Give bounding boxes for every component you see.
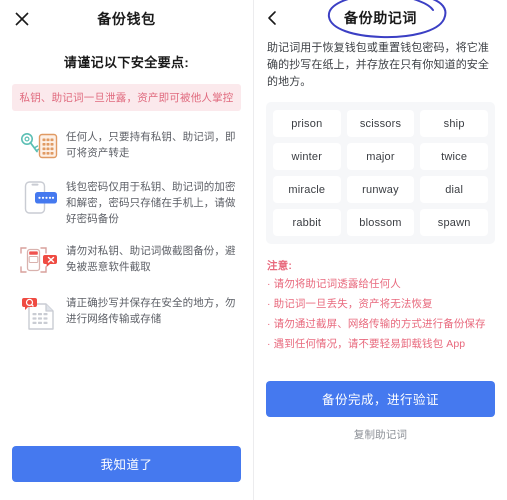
tip-text: 请正确抄写并保存在安全的地方，勿进行网络传输或存储 bbox=[66, 297, 236, 325]
right-footer: 备份完成，进行验证 复制助记词 bbox=[254, 381, 507, 500]
close-icon[interactable] bbox=[14, 11, 30, 27]
left-footer: 我知道了 bbox=[0, 446, 253, 500]
mnemonic-words-grid: prison scissors ship winter major twice … bbox=[273, 110, 488, 236]
security-tips-list: 任何人，只要持有私钥、助记词，即可将资产转走 钱包密码仅用于私钥、助记词的加密和… bbox=[0, 121, 253, 446]
page-title: 备份钱包 bbox=[97, 11, 156, 27]
mnemonic-word[interactable]: ship bbox=[420, 110, 488, 137]
copy-mnemonic-link[interactable]: 复制助记词 bbox=[266, 427, 495, 442]
tip-text: 请勿对私钥、助记词做截图备份，避免被恶意软件截取 bbox=[66, 245, 236, 273]
mnemonic-word[interactable]: winter bbox=[273, 143, 341, 170]
list-item: 任何人，只要持有私钥、助记词，即可将资产转走 bbox=[12, 127, 241, 163]
mnemonic-word[interactable]: spawn bbox=[420, 209, 488, 236]
mnemonic-word[interactable]: blossom bbox=[346, 209, 415, 236]
warning-banner: 私钥、助记词一旦泄露，资产即可被他人掌控 bbox=[12, 84, 241, 111]
list-item: 请勿对私钥、助记词做截图备份，避免被恶意软件截取 bbox=[12, 241, 241, 279]
tip-text: 钱包密码仅用于私钥、助记词的加密和解密，密码只存储在手机上，请做好密码备份 bbox=[66, 181, 236, 225]
document-alert-icon bbox=[12, 293, 66, 333]
mnemonic-word[interactable]: scissors bbox=[346, 110, 415, 137]
phone-password-icon bbox=[12, 177, 66, 217]
notes-heading: 注意: bbox=[267, 260, 293, 272]
dual-screen-container: 备份钱包 请谨记以下安全要点: 私钥、助记词一旦泄露，资产即可被他人掌控 任何人… bbox=[0, 0, 507, 500]
mnemonic-word[interactable]: miracle bbox=[273, 176, 341, 203]
notes-section: 注意: · 请勿将助记词透露给任何人 · 助记词一旦丢失，资产将无法恢复 · 请… bbox=[267, 258, 494, 353]
mnemonic-word[interactable]: prison bbox=[273, 110, 341, 137]
list-item: 钱包密码仅用于私钥、助记词的加密和解密，密码只存储在手机上，请做好密码备份 bbox=[12, 177, 241, 227]
security-points-heading: 请谨记以下安全要点: bbox=[63, 55, 190, 70]
mnemonic-description: 助记词用于恢复钱包或重置钱包密码，将它准确的抄写在纸上，并存放在只有你知道的安全… bbox=[267, 42, 489, 88]
note-item: · 请勿将助记词透露给任何人 bbox=[267, 278, 401, 290]
note-item: · 请勿通过截屏、网络传输的方式进行备份保存 bbox=[267, 318, 486, 330]
mnemonic-word[interactable]: dial bbox=[420, 176, 488, 203]
note-item: · 遇到任何情况，请不要轻易卸载钱包 App bbox=[267, 338, 466, 350]
acknowledge-button[interactable]: 我知道了 bbox=[12, 446, 241, 482]
backup-wallet-screen: 备份钱包 请谨记以下安全要点: 私钥、助记词一旦泄露，资产即可被他人掌控 任何人… bbox=[0, 0, 254, 500]
mnemonic-word[interactable]: major bbox=[346, 143, 415, 170]
left-nav-bar: 备份钱包 bbox=[0, 0, 253, 38]
mnemonic-word[interactable]: runway bbox=[346, 176, 415, 203]
page-title: 备份助记词 bbox=[344, 10, 417, 26]
mnemonic-word[interactable]: rabbit bbox=[273, 209, 341, 236]
list-item: 请正确抄写并保存在安全的地方，勿进行网络传输或存储 bbox=[12, 293, 241, 333]
verify-backup-button[interactable]: 备份完成，进行验证 bbox=[266, 381, 495, 417]
mnemonic-word[interactable]: twice bbox=[420, 143, 488, 170]
no-screenshot-icon bbox=[12, 241, 66, 279]
key-and-keypad-icon bbox=[12, 127, 66, 163]
right-nav-bar: 备份助记词 bbox=[254, 0, 507, 39]
tip-text: 任何人，只要持有私钥、助记词，即可将资产转走 bbox=[66, 131, 236, 159]
note-item: · 助记词一旦丢失，资产将无法恢复 bbox=[267, 298, 433, 310]
mnemonic-words-panel: prison scissors ship winter major twice … bbox=[266, 102, 495, 244]
backup-mnemonic-screen: 备份助记词 助记词用于恢复钱包或重置钱包密码，将它准确的抄写在纸上，并存放在只有… bbox=[254, 0, 507, 500]
